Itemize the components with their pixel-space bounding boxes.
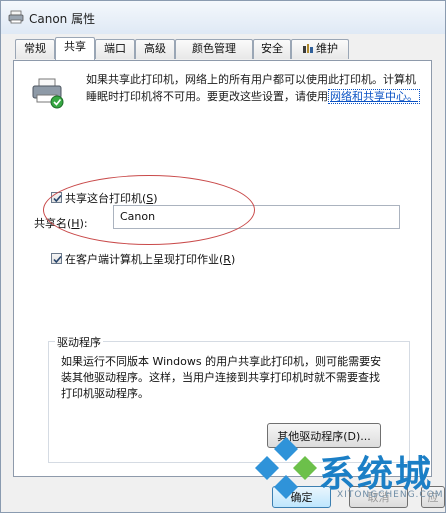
render-jobs-checkbox[interactable] [51, 253, 62, 264]
tab-label: 端口 [104, 42, 126, 55]
drivers-description: 如果运行不同版本 Windows 的用户共享此打印机，则可能需要安 装其他驱动程… [61, 354, 397, 402]
title-bar: Canon 属性 [1, 1, 445, 34]
share-printer-label: 共享这台打印机(S) [65, 192, 158, 205]
tab-label: 维护 [316, 42, 338, 55]
tab-sharing[interactable]: 共享 [55, 37, 95, 60]
printer-properties-window: Canon 属性 常规 共享 端口 高级 颜色管理 安全 维护 如果共享此打印机… [0, 0, 446, 513]
tab-general[interactable]: 常规 [15, 39, 55, 59]
share-name-value: Canon [120, 210, 156, 223]
drivers-text-line: 打印机驱动程序。 [61, 387, 149, 400]
check-mark-icon [53, 255, 62, 264]
access-key: H [71, 217, 80, 230]
drivers-text-line: 如果运行不同版本 Windows 的用户共享此打印机，则可能需要安 [61, 355, 382, 368]
tab-advanced[interactable]: 高级 [135, 39, 175, 59]
label-text: 共享名( [34, 217, 72, 230]
sharing-description: 如果共享此打印机，网络上的所有用户都可以使用此打印机。计算机 睡眠时打印机将不可… [86, 71, 426, 105]
tab-maintenance[interactable]: 维护 [291, 39, 349, 59]
label-text: 在客户端计算机上呈现打印作业( [65, 253, 224, 266]
access-key: S [146, 192, 154, 205]
printer-icon [8, 10, 24, 24]
tab-label: 共享 [64, 40, 86, 53]
tab-label: 常规 [24, 42, 46, 55]
tab-label: 颜色管理 [192, 42, 236, 55]
tab-security[interactable]: 安全 [253, 39, 291, 59]
tab-label: 高级 [144, 42, 166, 55]
render-jobs-label: 在客户端计算机上呈现打印作业(R) [65, 253, 236, 266]
description-line-2: 睡眠时打印机将不可用。要更改这些设置，请使用 网络和共享中心。 [86, 88, 426, 105]
share-name-label: 共享名(H): [34, 217, 88, 230]
check-mark-icon [53, 194, 62, 203]
label-text: 共享这台打印机( [65, 192, 147, 205]
drivers-text-line: 装其他驱动程序。这样，当用户连接到共享打印机时就不需要查找 [61, 371, 380, 384]
share-printer-checkbox[interactable] [51, 192, 62, 203]
shared-printer-icon [32, 78, 64, 109]
access-key: R [223, 253, 231, 266]
drivers-group-title: 驱动程序 [55, 334, 103, 350]
tab-ports[interactable]: 端口 [95, 39, 135, 59]
tools-icon [303, 44, 313, 53]
tab-color-management[interactable]: 颜色管理 [175, 39, 253, 59]
watermark-url: XITONGCHENG.COM [337, 490, 444, 500]
network-center-link[interactable]: 网络和共享中心。 [328, 89, 420, 104]
description-line: 如果共享此打印机，网络上的所有用户都可以使用此打印机。计算机 [86, 73, 416, 86]
tab-label: 安全 [261, 42, 283, 55]
description-text: 睡眠时打印机将不可用。要更改这些设置，请使用 [86, 90, 328, 103]
window-title: Canon 属性 [29, 12, 96, 26]
sharing-panel: 如果共享此打印机，网络上的所有用户都可以使用此打印机。计算机 睡眠时打印机将不可… [13, 60, 432, 477]
share-name-input[interactable]: Canon [113, 205, 400, 229]
